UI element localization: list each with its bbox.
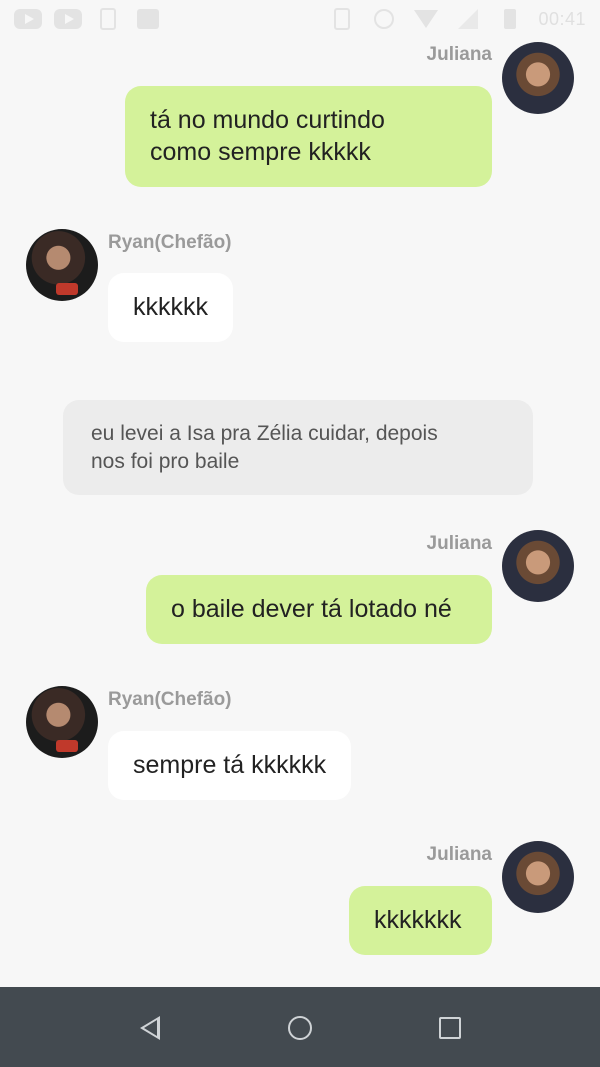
juliana-avatar[interactable] <box>502 42 574 114</box>
juliana-avatar[interactable] <box>502 841 574 913</box>
system-icons: 00:41 <box>328 8 586 30</box>
sender-name: Juliana <box>426 533 492 554</box>
signal-icon <box>454 8 482 30</box>
recent-apps-icon[interactable] <box>435 1013 465 1043</box>
ryan-avatar[interactable] <box>26 686 98 758</box>
message-text-line: kkkkkk <box>133 293 208 321</box>
message-text-line: como sempre kkkkk <box>150 138 371 166</box>
message-text-line: kkkkkkk <box>374 906 462 934</box>
navigation-bar <box>0 987 600 1067</box>
notification-icons <box>14 8 162 30</box>
message-text-line: o baile dever tá lotado né <box>171 595 452 623</box>
sender-name: Ryan(Chefão) <box>108 689 232 710</box>
ryan-avatar[interactable] <box>26 229 98 301</box>
home-icon[interactable] <box>285 1013 315 1043</box>
chat-bubble-outgoing[interactable]: o baile dever tá lotado né <box>146 575 492 644</box>
message-text-line: tá no mundo curtindo <box>150 106 385 134</box>
sender-name: Juliana <box>426 44 492 65</box>
battery-icon <box>496 8 524 30</box>
back-icon[interactable] <box>135 1013 165 1043</box>
sender-name: Ryan(Chefão) <box>108 232 232 253</box>
alarm-icon <box>370 8 398 30</box>
chat-bubble-outgoing[interactable]: kkkkkkk <box>349 886 492 955</box>
chat-bubble-incoming[interactable]: sempre tá kkkkkk <box>108 731 352 800</box>
juliana-avatar[interactable] <box>502 530 574 602</box>
status-time: 00:41 <box>538 8 586 29</box>
phone-icon <box>94 8 122 30</box>
narration-text-line: nos foi pro baile <box>91 450 240 473</box>
narration-text-line: eu levei a Isa pra Zélia cuidar, depois <box>91 422 438 445</box>
wifi-icon <box>412 8 440 30</box>
narration-bubble[interactable]: eu levei a Isa pra Zélia cuidar, depois … <box>63 400 533 495</box>
vibrate-icon <box>328 8 356 30</box>
sender-name: Juliana <box>426 844 492 865</box>
message-text-line: sempre tá kkkkkk <box>133 751 327 779</box>
chat-bubble-outgoing[interactable]: tá no mundo curtindo como sempre kkkkk <box>125 86 492 187</box>
chat-bubble-incoming[interactable]: kkkkkk <box>108 273 233 342</box>
status-bar: 00:41 <box>0 0 600 40</box>
youtube-icon <box>14 8 42 30</box>
youtube-icon <box>54 8 82 30</box>
image-icon <box>134 8 162 30</box>
